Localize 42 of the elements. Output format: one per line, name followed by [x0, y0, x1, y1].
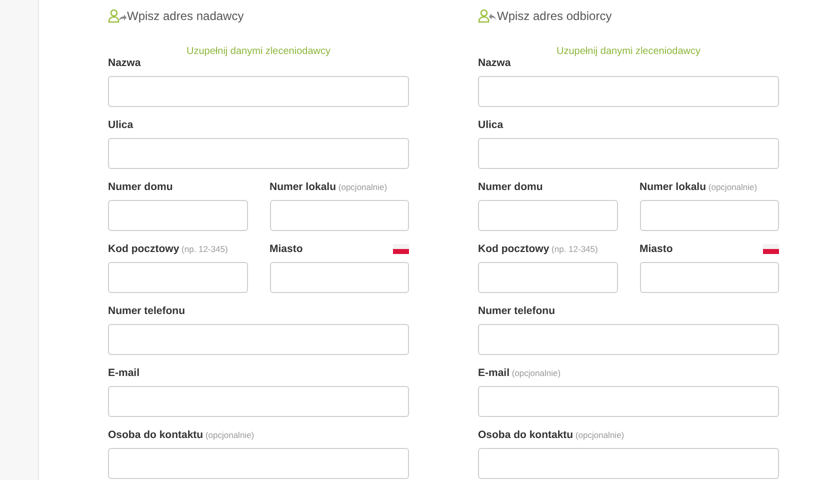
- section-title: Wpisz adres nadawcy: [127, 9, 244, 23]
- field-label: Numer lokalu (opcjonalnie): [270, 181, 388, 193]
- fill-link[interactable]: Uzupełnij danymi zleceniodawcy: [556, 46, 700, 57]
- input-field[interactable]: [108, 324, 409, 355]
- input-field[interactable]: [108, 76, 409, 107]
- field-label: Nazwa: [478, 57, 511, 69]
- field-label: Osoba do kontaktu (opcjonalnie): [478, 429, 624, 441]
- input-field[interactable]: [478, 448, 779, 479]
- input-field[interactable]: [478, 386, 779, 417]
- input-field[interactable]: [108, 386, 409, 417]
- input-field[interactable]: [478, 262, 618, 293]
- input-field[interactable]: [108, 138, 409, 169]
- input-field[interactable]: [270, 262, 409, 293]
- field-label: Osoba do kontaktu (opcjonalnie): [108, 429, 254, 441]
- input-field[interactable]: [108, 448, 409, 479]
- field-label: Kod pocztowy (np. 12-345): [108, 243, 228, 255]
- input-field[interactable]: [478, 76, 779, 107]
- field-label: Ulica: [478, 119, 504, 131]
- field-label: Numer domu: [478, 181, 543, 193]
- field-label: E-mail: [108, 367, 140, 379]
- input-field[interactable]: [478, 200, 618, 231]
- input-field[interactable]: [640, 200, 779, 231]
- input-field[interactable]: [270, 200, 409, 231]
- section-title: Wpisz adres odbiorcy: [497, 9, 612, 23]
- field-label: Kod pocztowy (np. 12-345): [478, 243, 598, 255]
- field-label: Numer telefonu: [478, 305, 556, 317]
- person-arrow-icon: [108, 9, 127, 23]
- field-label: Numer lokalu (opcjonalnie): [640, 181, 758, 193]
- field-label: Miasto: [640, 243, 673, 255]
- field-label: Ulica: [108, 119, 134, 131]
- input-field[interactable]: [108, 200, 248, 231]
- fill-link[interactable]: Uzupełnij danymi zleceniodawcy: [186, 46, 330, 57]
- input-field[interactable]: [478, 138, 779, 169]
- input-field[interactable]: [478, 324, 779, 355]
- person-arrow-icon: [478, 9, 497, 23]
- field-label: Nazwa: [108, 57, 141, 69]
- field-label: E-mail (opcjonalnie): [478, 367, 561, 379]
- field-label: Numer telefonu: [108, 305, 186, 317]
- field-label: Miasto: [270, 243, 303, 255]
- field-label: Numer domu: [108, 181, 173, 193]
- input-field[interactable]: [640, 262, 779, 293]
- input-field[interactable]: [108, 262, 248, 293]
